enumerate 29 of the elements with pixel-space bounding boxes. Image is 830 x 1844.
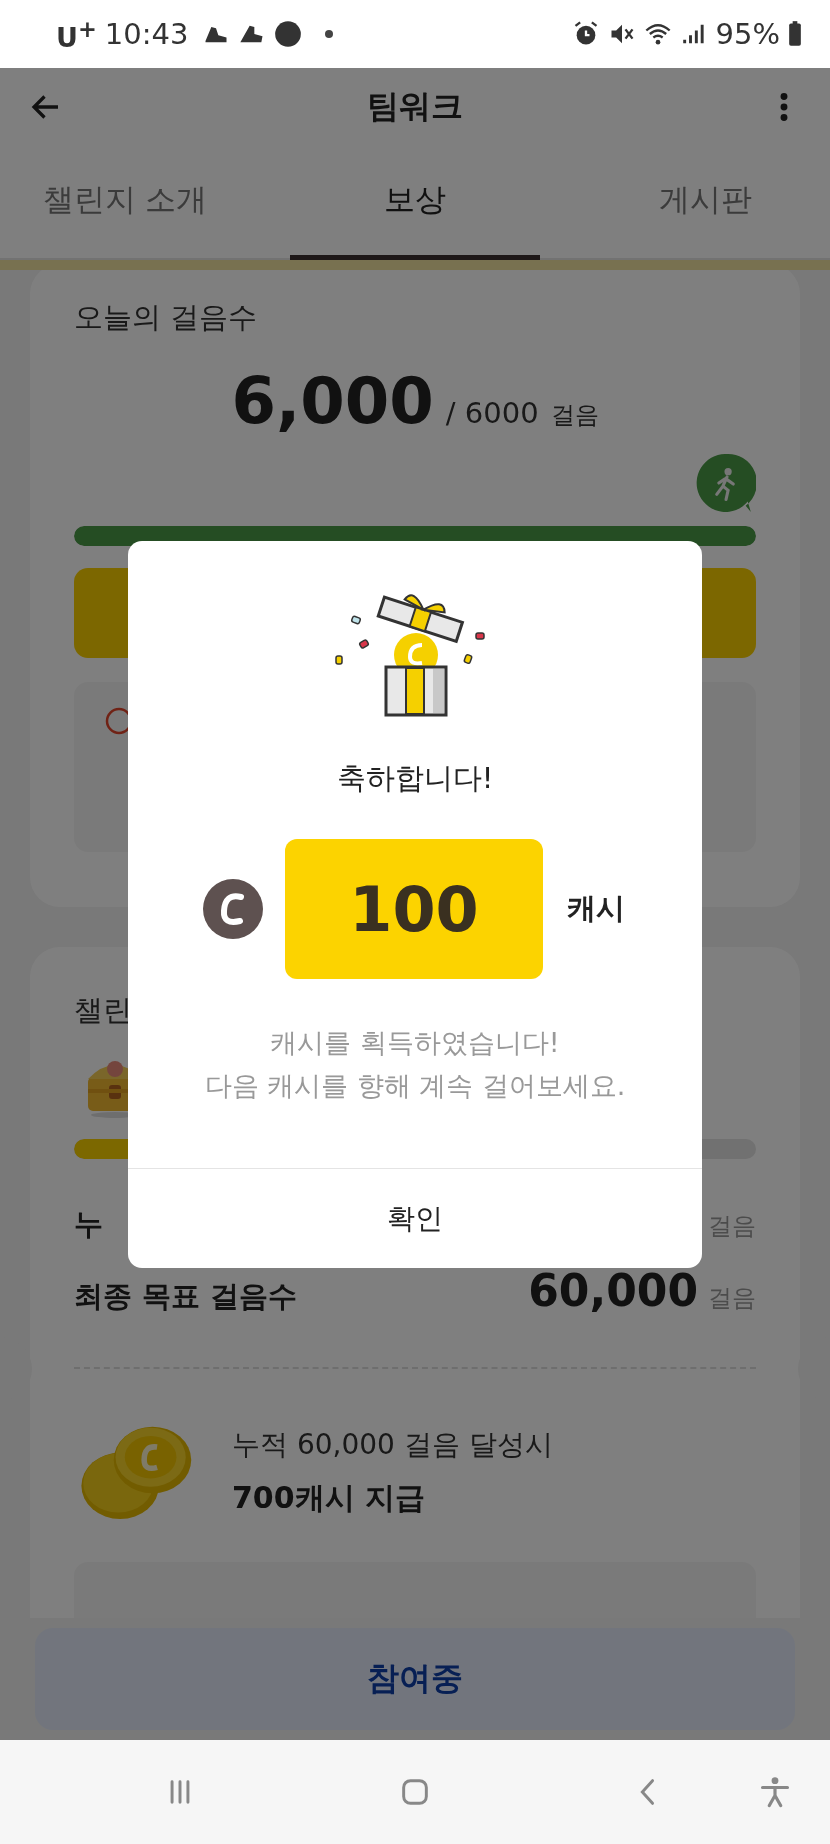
reward-condition: 누적 60,000 걸음 달성시	[232, 1426, 553, 1463]
page-title: 팀워크	[367, 85, 463, 127]
dialog-message: 다음 캐시를 향해 계속 걸어보세요.	[204, 1069, 626, 1103]
participating-button[interactable]: 참여중	[35, 1628, 795, 1730]
dialog-message: 캐시를 획득하였습니다!	[269, 1026, 561, 1060]
clock-time: 10:43	[104, 17, 189, 51]
cash-amount: 100	[285, 839, 543, 979]
confirm-button[interactable]: 확인	[128, 1168, 702, 1268]
step-unit: 걸음	[550, 400, 599, 431]
accessibility-icon[interactable]	[758, 1775, 792, 1809]
runner-bubble-icon	[694, 452, 756, 514]
battery-percent: 95%	[715, 17, 780, 51]
step-goal: / 6000	[445, 396, 539, 430]
stat-label: 누	[74, 1206, 103, 1243]
card-title: 오늘의 걸음수	[74, 299, 259, 336]
tab[interactable]: 챌린지 소개	[0, 145, 250, 260]
tab[interactable]: 보상	[290, 145, 540, 260]
battery-icon	[788, 20, 802, 48]
notification-dot-icon	[324, 29, 335, 39]
carrier-name: U$^{+}$	[56, 15, 97, 53]
cash-coin-icon	[203, 879, 263, 939]
dialog-title: 축하합니다!	[336, 760, 494, 797]
reward-amount: 700캐시 지급	[232, 1478, 427, 1517]
cash-unit: 캐시	[567, 890, 625, 927]
stat-label: 최종 목표 걸음수	[74, 1278, 298, 1315]
card-title: 챌린	[74, 992, 133, 1029]
stat-value: 60,000	[528, 1265, 698, 1316]
tab[interactable]: 게시판	[580, 145, 830, 260]
step-count: 6,000	[231, 364, 434, 438]
